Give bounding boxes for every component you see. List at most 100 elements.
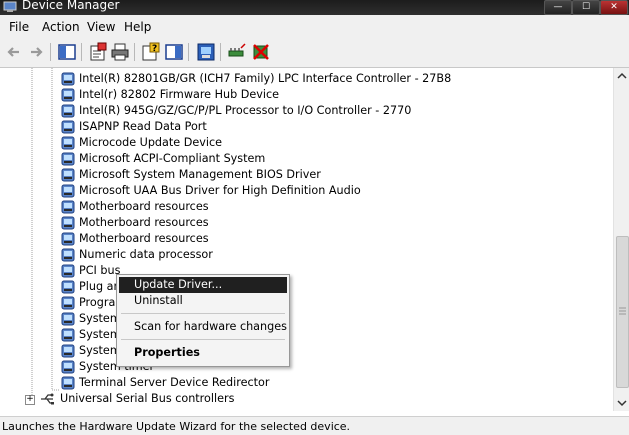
system-device-icon [61,152,75,166]
device-tree[interactable]: Intel(R) 82801GB/GR (ICH7 Family) LPC In… [0,68,613,411]
tree-item-device[interactable]: Numeric data processor [0,247,600,263]
menu-file[interactable]: File [9,20,29,34]
menu-separator [121,313,285,314]
system-device-icon [61,104,75,118]
system-device-icon [61,216,75,230]
menu-item-properties[interactable]: Properties [119,345,287,361]
expand-button[interactable]: + [25,395,35,405]
system-device-icon [61,360,75,374]
tree-item-device[interactable]: System [0,311,600,327]
device-manager-icon [3,1,17,12]
status-text: Launches the Hardware Update Wizard for … [2,420,351,433]
scrollbar-thumb[interactable] [616,236,629,388]
close-button[interactable]: ✕ [600,0,628,15]
system-device-icon [61,376,75,390]
tree-item-device[interactable]: Plug an [0,279,600,295]
tree-item-device[interactable]: ISAPNP Read Data Port [0,119,600,135]
tree-item-usb-controllers[interactable]: + Universal Serial Bus controllers [0,391,600,407]
scroll-up-arrow-icon[interactable] [614,68,629,84]
tree-item-device[interactable]: Intel(r) 82802 Firmware Hub Device [0,87,600,103]
menu-help[interactable]: Help [124,20,151,34]
menu-item-scan-hardware[interactable]: Scan for hardware changes [119,319,287,335]
tree-item-label: Intel(R) 945G/GZ/GC/P/PL Processor to I/… [79,104,412,117]
print-icon[interactable] [110,42,130,62]
tree-item-label: Intel(R) 82801GB/GR (ICH7 Family) LPC In… [79,72,452,85]
menu-action[interactable]: Action [42,20,80,34]
status-bar: Launches the Hardware Update Wizard for … [0,416,629,435]
system-device-icon [61,168,75,182]
tree-item-label: Microsoft System Management BIOS Driver [79,168,321,181]
update-driver-icon[interactable] [196,42,216,62]
tree-item-label: Motherboard resources [79,200,209,213]
tree-item-label: Motherboard resources [79,232,209,245]
toolbar-separator [220,43,221,61]
tree-item-label: Intel(r) 82802 Firmware Hub Device [79,88,280,101]
tree-item-device[interactable]: Microcode Update Device [0,135,600,151]
menu-bar: File Action View Help [0,15,629,37]
tree-item-label: Numeric data processor [79,248,213,261]
forward-arrow-icon[interactable] [26,42,46,62]
system-device-icon [61,184,75,198]
toolbar-separator [81,43,82,61]
tree-item-device[interactable]: PCI bus [0,263,600,279]
tree-item-label: Microcode Update Device [79,136,222,149]
toolbar-separator [134,43,135,61]
system-device-icon [61,200,75,214]
system-device-icon [61,72,75,86]
console-tree-icon[interactable] [164,42,184,62]
tree-item-device[interactable]: Program [0,295,600,311]
maximize-button[interactable]: ☐ [572,0,600,15]
tree-item-device[interactable]: Motherboard resources [0,231,600,247]
system-device-icon [61,328,75,342]
tree-item-device[interactable]: System timer [0,359,600,375]
tree-item-device[interactable]: Intel(R) 945G/GZ/GC/P/PL Processor to I/… [0,103,600,119]
menu-item-label: Uninstall [134,294,183,307]
tree-item-device[interactable]: Motherboard resources [0,199,600,215]
menu-item-uninstall[interactable]: Uninstall [119,293,287,309]
system-device-icon [61,88,75,102]
system-device-icon [61,296,75,310]
menu-separator [121,339,285,340]
scan-hardware-icon[interactable] [227,42,247,62]
menu-item-update-driver[interactable]: Update Driver... [119,277,287,293]
tree-item-device[interactable]: Microsoft UAA Bus Driver for High Defini… [0,183,600,199]
usb-icon [41,393,54,405]
toolbar-separator [188,43,189,61]
tree-item-device[interactable]: System [0,343,600,359]
tree-item-device[interactable]: Microsoft System Management BIOS Driver [0,167,600,183]
tree-item-device[interactable]: Motherboard resources [0,215,600,231]
tree-item-device[interactable]: Microsoft ACPI-Compliant System [0,151,600,167]
title-bar: Device Manager — ☐ ✕ [0,0,629,15]
menu-item-label: Properties [134,346,200,359]
tree-item-label: System [79,344,121,357]
vertical-scrollbar[interactable] [613,68,629,411]
scroll-down-arrow-icon[interactable] [614,395,629,411]
menu-item-label: Scan for hardware changes [134,320,287,333]
show-hide-tree-icon[interactable] [57,42,77,62]
tree-item-device[interactable]: Intel(R) 82801GB/GR (ICH7 Family) LPC In… [0,71,600,87]
system-device-icon [61,248,75,262]
menu-item-label: Update Driver... [134,278,223,291]
tree-item-label: Microsoft ACPI-Compliant System [79,152,266,165]
uninstall-icon[interactable] [251,42,271,62]
tree-item-device[interactable]: System [0,327,600,343]
minimize-button[interactable]: — [544,0,572,15]
menu-view[interactable]: View [87,20,115,34]
properties-icon[interactable] [88,42,108,62]
system-device-icon [61,136,75,150]
tree-item-label: ISAPNP Read Data Port [79,120,207,133]
back-arrow-icon[interactable] [4,42,24,62]
toolbar: ? [0,37,629,68]
window-title: Device Manager [22,0,120,12]
toolbar-separator [50,43,51,61]
system-device-icon [61,312,75,326]
system-device-icon [61,120,75,134]
tree-item-device[interactable]: Terminal Server Device Redirector [0,375,600,391]
help-icon[interactable]: ? [141,42,161,62]
context-menu: Update Driver... Uninstall Scan for hard… [116,274,290,367]
tree-item-label: Motherboard resources [79,216,209,229]
tree-item-label: Terminal Server Device Redirector [79,376,270,389]
tree-item-label: System [79,312,121,325]
tree-item-label: System [79,328,121,341]
tree-item-label: Microsoft UAA Bus Driver for High Defini… [79,184,361,197]
